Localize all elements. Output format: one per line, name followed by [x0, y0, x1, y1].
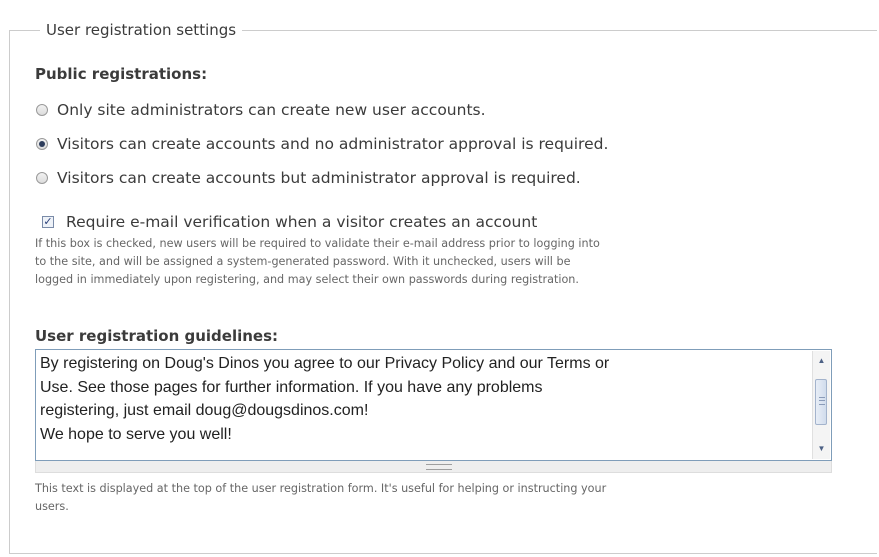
- scroll-thumb[interactable]: [815, 379, 827, 425]
- email-verification-checkbox[interactable]: ✓: [42, 216, 54, 228]
- textarea-scrollbar[interactable]: ▲ ▼: [812, 351, 830, 459]
- radio-button[interactable]: [36, 104, 48, 116]
- radio-option-visitors-no-approval[interactable]: Visitors can create accounts and no admi…: [36, 133, 608, 155]
- textarea-resize-handle[interactable]: [35, 461, 832, 473]
- radio-option-admins-only[interactable]: Only site administrators can create new …: [36, 99, 486, 121]
- description-line: logged in immediately upon registering, …: [35, 273, 579, 286]
- textarea-line: By registering on Doug's Dinos you agree…: [40, 355, 610, 372]
- guidelines-label: User registration guidelines:: [35, 327, 279, 345]
- email-verification-description: If this box is checked, new users will b…: [35, 235, 870, 289]
- description-line: users.: [35, 500, 69, 513]
- guidelines-textarea-wrapper: By registering on Doug's Dinos you agree…: [35, 349, 833, 473]
- scroll-down-arrow-icon[interactable]: ▼: [813, 441, 830, 457]
- guidelines-textarea[interactable]: By registering on Doug's Dinos you agree…: [35, 349, 832, 461]
- scroll-up-arrow-icon[interactable]: ▲: [813, 353, 830, 369]
- radio-label[interactable]: Only site administrators can create new …: [57, 101, 486, 119]
- resize-grippie-icon: [426, 464, 452, 470]
- textarea-line: We hope to serve you well!: [40, 425, 232, 443]
- radio-option-visitors-approval[interactable]: Visitors can create accounts but adminis…: [36, 167, 581, 189]
- radio-button-selected[interactable]: [36, 138, 48, 150]
- radio-label[interactable]: Visitors can create accounts but adminis…: [57, 169, 581, 187]
- textarea-line: registering, just email doug@dougsdinos.…: [40, 402, 369, 419]
- radio-button[interactable]: [36, 172, 48, 184]
- email-verification-label[interactable]: Require e-mail verification when a visit…: [66, 213, 537, 231]
- radio-label[interactable]: Visitors can create accounts and no admi…: [57, 135, 608, 153]
- description-line: If this box is checked, new users will b…: [35, 237, 600, 250]
- description-line: This text is displayed at the top of the…: [35, 482, 607, 495]
- email-verification-checkbox-row[interactable]: ✓ Require e-mail verification when a vis…: [42, 211, 537, 233]
- description-line: to the site, and will be assigned a syst…: [35, 255, 571, 268]
- guidelines-description: This text is displayed at the top of the…: [35, 480, 870, 516]
- scroll-grip-icon: [819, 397, 825, 405]
- fieldset-legend: User registration settings: [40, 20, 243, 40]
- public-registrations-label: Public registrations:: [35, 65, 208, 83]
- textarea-line: Use. See those pages for further informa…: [40, 378, 543, 396]
